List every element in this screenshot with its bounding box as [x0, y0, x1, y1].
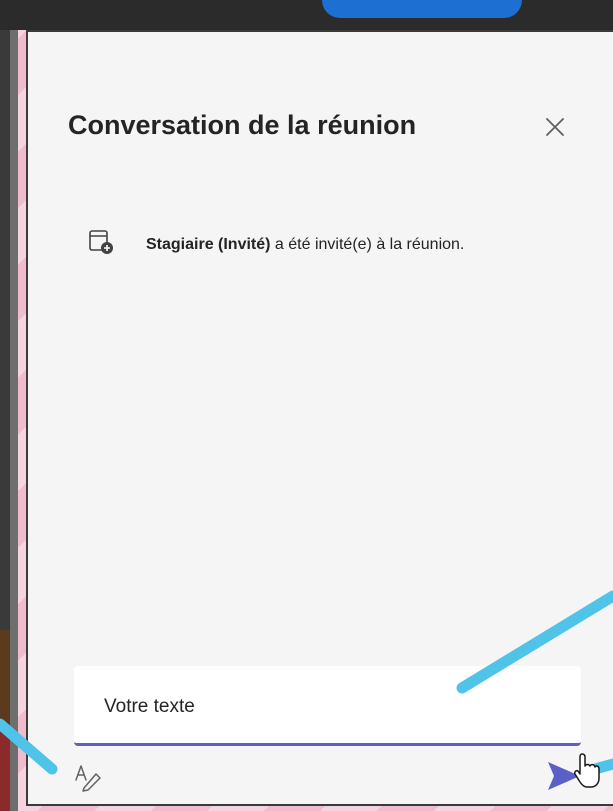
calendar-add-icon	[89, 230, 113, 254]
send-button[interactable]	[544, 756, 584, 796]
invited-participant-name: Stagiaire (Invité)	[146, 236, 271, 253]
message-input[interactable]	[102, 692, 566, 722]
system-message-text: a été invité(e) à la réunion.	[270, 236, 465, 253]
close-button[interactable]	[540, 112, 570, 142]
panel-title: Conversation de la réunion	[68, 110, 417, 140]
format-button[interactable]	[70, 758, 108, 794]
left-video-strip	[0, 30, 18, 811]
meeting-chat-panel: Conversation de la réunion Stagiaire (In…	[26, 30, 613, 806]
format-text-icon	[75, 765, 101, 792]
system-message: Stagiaire (Invité) a été invité(e) à la …	[146, 233, 536, 257]
top-control-pill[interactable]	[322, 0, 522, 18]
close-icon	[546, 118, 564, 136]
compose-box[interactable]	[74, 666, 581, 746]
send-icon	[548, 762, 580, 790]
window-top-bar	[0, 0, 613, 30]
